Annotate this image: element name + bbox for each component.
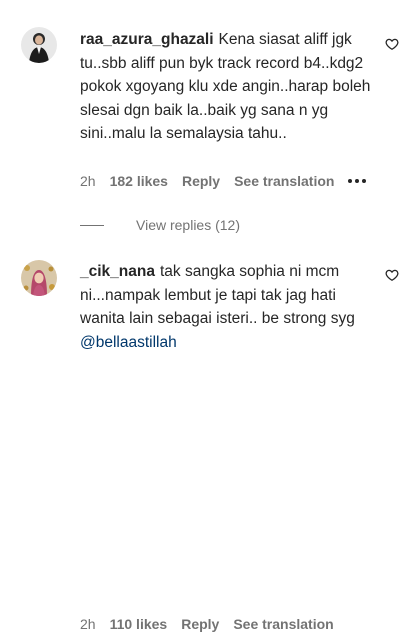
comment-time: 2h (80, 616, 96, 632)
avatar[interactable] (21, 27, 57, 63)
avatar[interactable] (21, 260, 57, 296)
view-replies-button[interactable]: View replies (12) (80, 215, 240, 235)
comment-text: raa_azura_ghazali Kena siasat aliff jgk t… (80, 28, 372, 146)
see-translation-button[interactable]: See translation (233, 616, 333, 632)
comment-actions: 2h 182 likes Reply See translation (80, 171, 380, 191)
heart-outline-icon[interactable] (385, 268, 399, 282)
view-replies-label: View replies (12) (136, 217, 241, 233)
likes-count[interactable]: 182 likes (110, 173, 168, 189)
see-translation-button[interactable]: See translation (234, 173, 334, 189)
likes-count[interactable]: 110 likes (110, 616, 168, 632)
comment-username[interactable]: raa_azura_ghazali (80, 31, 214, 48)
comment-username[interactable]: _cik_nana (80, 263, 155, 280)
replies-divider-line (80, 224, 104, 226)
comment-actions: 2h 110 likes Reply See translation (80, 614, 348, 634)
comment-time: 2h (80, 173, 96, 189)
mention-link[interactable]: @bellaastillah (80, 334, 177, 351)
reply-button[interactable]: Reply (182, 173, 220, 189)
reply-button[interactable]: Reply (181, 616, 219, 632)
heart-outline-icon[interactable] (385, 37, 399, 51)
more-dots-icon[interactable] (348, 179, 367, 183)
comment-text: _cik_nana tak sangka sophia ni mcm ni...n… (80, 260, 372, 354)
